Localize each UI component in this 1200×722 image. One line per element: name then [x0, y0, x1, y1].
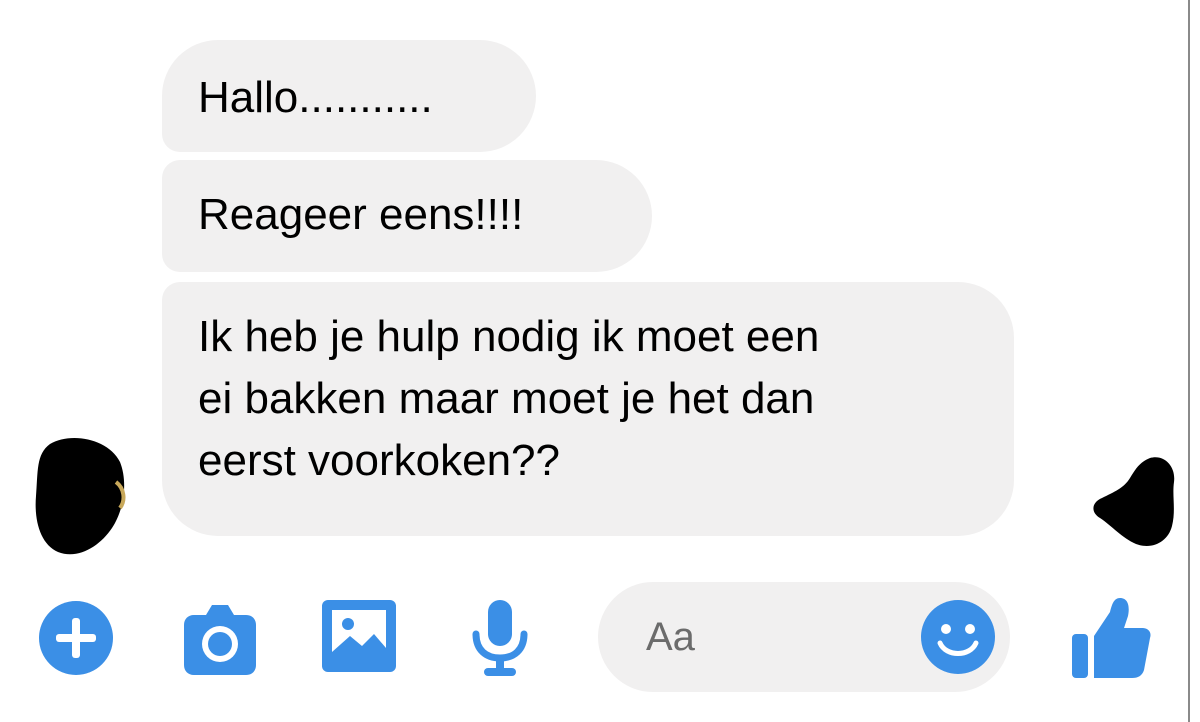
avatar — [35, 438, 126, 555]
message-text-line: ei bakken maar moet je het dan — [198, 374, 815, 423]
message-text: Reageer eens!!!! — [198, 190, 524, 239]
message-bubble: Hallo........... — [162, 40, 536, 152]
message-input[interactable] — [646, 612, 906, 662]
camera-icon[interactable] — [180, 601, 260, 677]
message-bubble: Reageer eens!!!! — [162, 160, 652, 272]
message-text: Hallo........... — [198, 73, 433, 122]
plus-icon[interactable] — [38, 600, 114, 676]
message-composer[interactable] — [598, 582, 1010, 692]
message-bubble: Ik heb je hulp nodig ik moet een ei bakk… — [162, 282, 1014, 536]
window-border — [1188, 0, 1190, 722]
microphone-icon[interactable] — [470, 598, 530, 678]
image-icon[interactable] — [320, 598, 398, 674]
thumbs-up-icon[interactable] — [1070, 596, 1152, 680]
message-text-line: eerst voorkoken?? — [198, 436, 560, 485]
read-receipt-avatar — [1093, 457, 1175, 546]
emoji-icon[interactable] — [920, 599, 996, 675]
message-text-line: Ik heb je hulp nodig ik moet een — [198, 312, 820, 361]
